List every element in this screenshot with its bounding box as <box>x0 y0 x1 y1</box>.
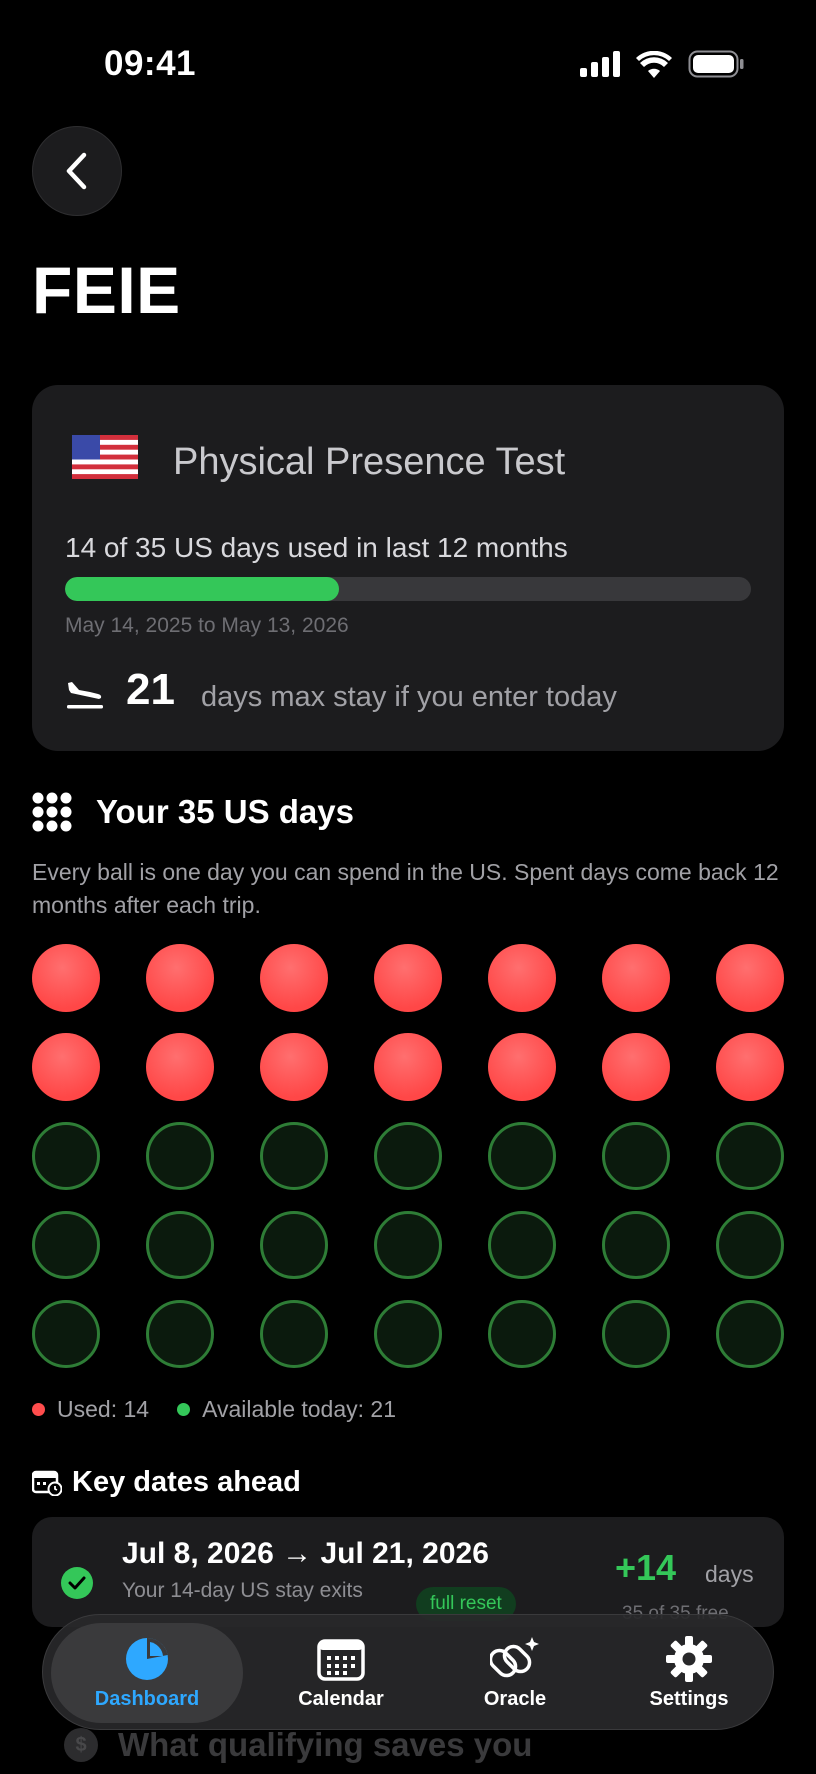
available-day-ball <box>374 1122 442 1190</box>
key-date-subtitle: Your 14-day US stay exits <box>122 1579 363 1602</box>
available-day-ball <box>716 1300 784 1368</box>
tab-oracle-label: Oracle <box>483 1687 547 1710</box>
key-date-item[interactable]: Jul 8, 2026 → Jul 21, 2026 Your 14-day U… <box>32 1517 784 1627</box>
status-icons <box>580 50 744 78</box>
available-day-ball <box>488 1300 556 1368</box>
section-title: Your 35 US days <box>96 793 354 830</box>
available-day-ball <box>260 1211 328 1279</box>
gear-icon <box>664 1635 714 1682</box>
available-dot-icon <box>177 1403 191 1416</box>
next-section-header: $ What qualifying saves you <box>64 1726 532 1764</box>
available-day-ball <box>374 1211 442 1279</box>
used-day-ball <box>260 944 328 1012</box>
chevron-left-icon <box>66 152 87 190</box>
plane-landing-icon <box>67 682 103 709</box>
battery-icon <box>688 50 744 78</box>
used-day-ball <box>716 944 784 1012</box>
days-delta: +14 <box>615 1547 677 1588</box>
tab-dashboard[interactable]: Dashboard <box>51 1623 243 1723</box>
day-balls-grid <box>32 944 784 1368</box>
available-day-ball <box>716 1211 784 1279</box>
used-day-ball <box>488 1033 556 1101</box>
used-dot-icon <box>32 1403 45 1416</box>
available-day-ball <box>488 1122 556 1190</box>
tab-calendar-label: Calendar <box>298 1687 384 1710</box>
tab-settings-label: Settings <box>649 1687 729 1710</box>
usage-progress-bar <box>65 577 751 601</box>
back-button[interactable] <box>32 126 122 216</box>
card-title: Physical Presence Test <box>173 441 566 483</box>
available-day-ball <box>602 1211 670 1279</box>
available-day-ball <box>146 1122 214 1190</box>
status-bar: 09:41 <box>0 0 816 130</box>
used-day-ball <box>602 944 670 1012</box>
available-day-ball <box>374 1300 442 1368</box>
next-section-title: What qualifying saves you <box>118 1726 533 1763</box>
section-description: Every ball is one day you can spend in t… <box>32 859 779 918</box>
used-day-ball <box>146 1033 214 1101</box>
usage-progress-fill <box>65 577 340 601</box>
available-day-ball <box>260 1122 328 1190</box>
legend-used-label: Used: 14 <box>57 1396 150 1422</box>
tab-oracle[interactable]: Oracle <box>435 1615 595 1731</box>
page-title: FEIE <box>32 253 181 327</box>
available-day-ball <box>260 1300 328 1368</box>
key-dates-header: Key dates ahead <box>32 1466 301 1499</box>
used-day-ball <box>602 1033 670 1101</box>
available-day-ball <box>32 1211 100 1279</box>
grid-dots-icon <box>32 792 72 832</box>
available-day-ball <box>602 1300 670 1368</box>
tab-dashboard-label: Dashboard <box>94 1687 200 1710</box>
dollar-icon: $ <box>64 1728 98 1762</box>
us-flag-icon <box>72 435 138 479</box>
tab-settings[interactable]: Settings <box>609 1615 769 1731</box>
tab-calendar[interactable]: Calendar <box>261 1615 421 1731</box>
used-day-ball <box>32 944 100 1012</box>
key-date-range: Jul 8, 2026 → Jul 21, 2026 <box>122 1537 489 1570</box>
available-day-ball <box>146 1300 214 1368</box>
legend-available-label: Available today: 21 <box>202 1396 397 1422</box>
max-stay-text: days max stay if you enter today <box>201 681 617 713</box>
wifi-icon <box>636 50 672 78</box>
check-circle-icon <box>61 1567 93 1599</box>
physical-presence-card[interactable]: Physical Presence Test 14 of 35 US days … <box>32 385 784 751</box>
used-day-ball <box>374 1033 442 1101</box>
legend-used: Used: 14 <box>32 1396 149 1423</box>
balls-legend: Used: 14 Available today: 21 <box>32 1396 424 1423</box>
used-day-ball <box>488 944 556 1012</box>
sparkle-link-icon <box>490 1636 540 1682</box>
used-day-ball <box>716 1033 784 1101</box>
used-day-ball <box>32 1033 100 1101</box>
used-day-ball <box>374 944 442 1012</box>
legend-available: Available today: 21 <box>177 1396 396 1423</box>
pie-chart-icon <box>122 1636 172 1682</box>
calendar-clock-icon <box>32 1470 62 1496</box>
available-day-ball <box>488 1211 556 1279</box>
available-day-ball <box>716 1122 784 1190</box>
available-day-ball <box>146 1211 214 1279</box>
usage-text: 14 of 35 US days used in last 12 months <box>65 532 568 563</box>
max-stay-number: 21 <box>126 665 175 714</box>
used-day-ball <box>260 1033 328 1101</box>
tab-bar: Dashboard Calendar Oracle Settings <box>42 1614 774 1730</box>
available-day-ball <box>602 1122 670 1190</box>
us-days-section-header: Your 35 US days <box>32 792 354 832</box>
available-day-ball <box>32 1122 100 1190</box>
key-dates-title: Key dates ahead <box>72 1466 301 1498</box>
used-day-ball <box>146 944 214 1012</box>
days-delta-unit: days <box>705 1561 754 1587</box>
date-range-text: May 14, 2025 to May 13, 2026 <box>65 614 349 637</box>
status-time: 09:41 <box>104 44 197 83</box>
calendar-icon <box>316 1636 366 1682</box>
available-day-ball <box>32 1300 100 1368</box>
cellular-signal-icon <box>580 51 620 77</box>
